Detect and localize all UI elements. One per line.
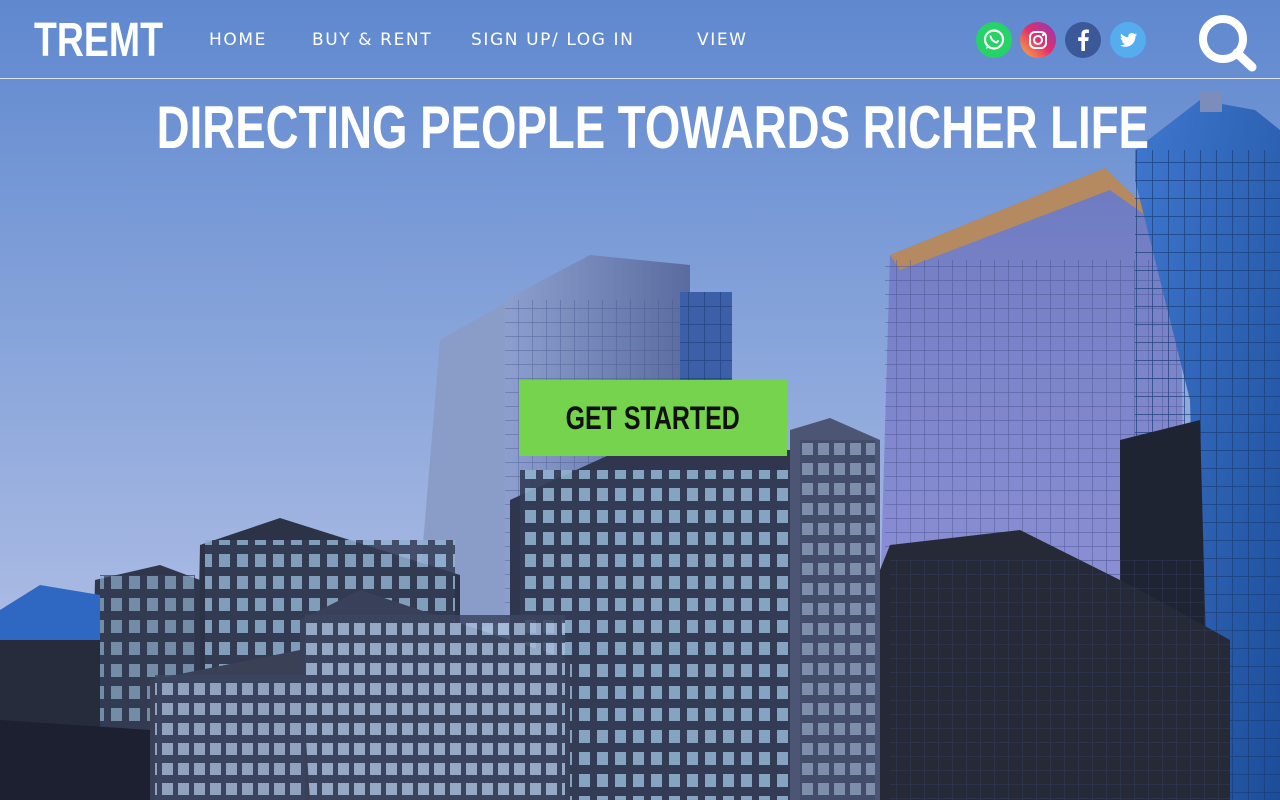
search-icon[interactable] (1196, 12, 1260, 72)
get-started-label: GET STARTED (565, 399, 741, 436)
instagram-icon[interactable] (1020, 22, 1056, 58)
hero-headline: DIRECTING PEOPLE TOWARDS RICHER LIFE (0, 92, 1280, 164)
nav-item-buy-rent[interactable]: BUY & RENT (312, 28, 432, 52)
site-logo[interactable]: TREMT (34, 14, 163, 68)
hero-headline-text: DIRECTING PEOPLE TOWARDS RICHER LIFE (156, 94, 1149, 161)
facebook-icon[interactable] (1065, 22, 1101, 58)
twitter-icon[interactable] (1110, 22, 1146, 58)
site-header: TREMT HOME BUY & RENT SIGN UP/ LOG IN VI… (0, 0, 1280, 80)
nav-item-home[interactable]: HOME (209, 28, 267, 52)
header-divider (0, 78, 1280, 79)
nav-item-view[interactable]: VIEW (697, 28, 748, 52)
nav-item-signup-login[interactable]: SIGN UP/ LOG IN (471, 28, 634, 52)
get-started-button[interactable]: GET STARTED (519, 380, 787, 456)
whatsapp-icon[interactable] (976, 22, 1012, 58)
